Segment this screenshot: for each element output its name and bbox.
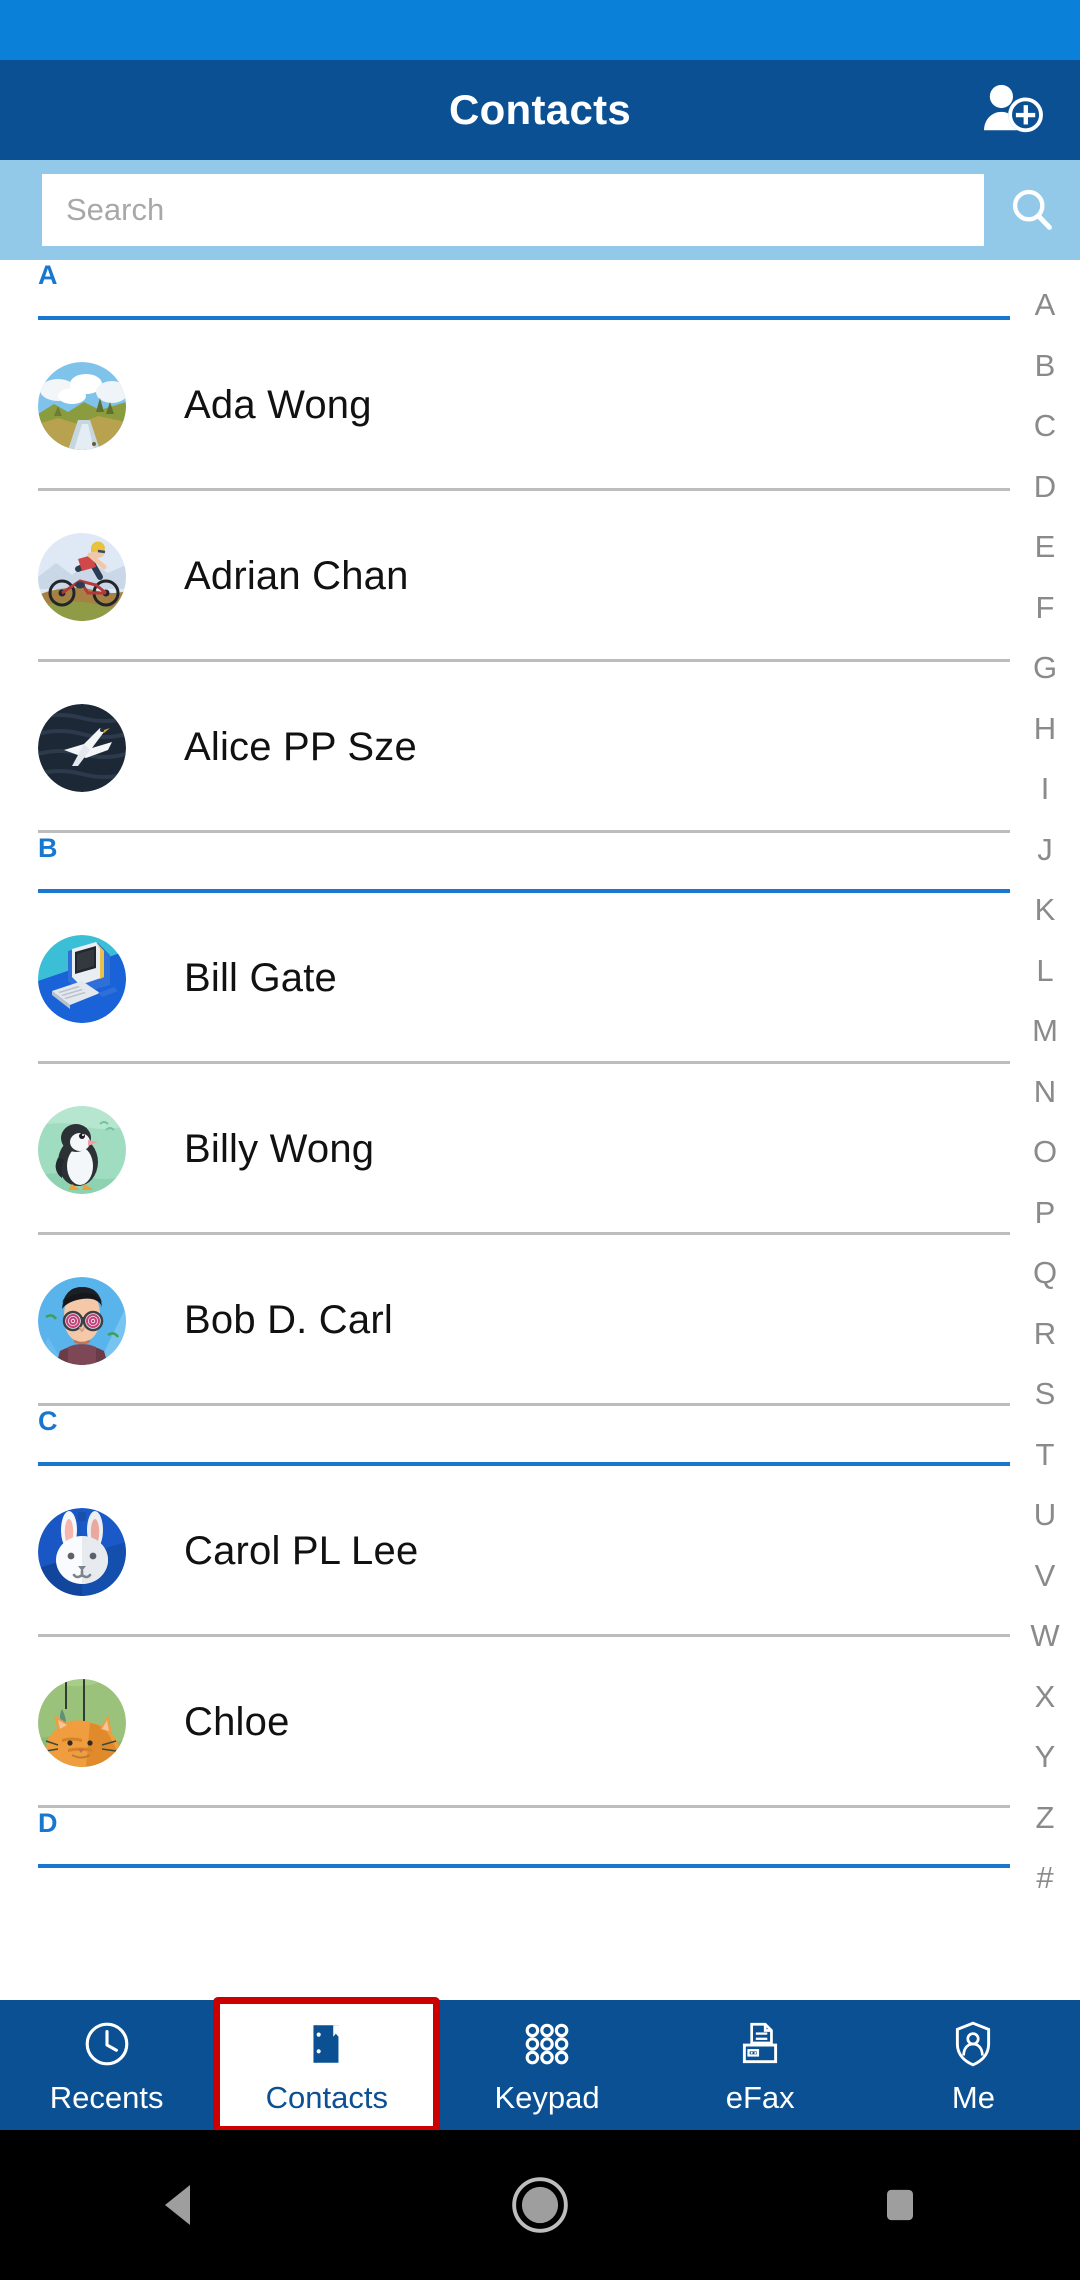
avatar	[38, 1507, 126, 1596]
search-input[interactable]	[42, 174, 984, 246]
keypad-icon	[522, 2015, 572, 2073]
contact-name: Bob D. Carl	[184, 1298, 393, 1342]
nav-item-label: Me	[951, 2080, 995, 2115]
contact-name: Bill Gate	[184, 956, 337, 1000]
shield-person-icon	[948, 2015, 998, 2073]
contact-name: Ada Wong	[184, 383, 372, 427]
contact-row[interactable]: Adrian Chan	[0, 491, 1010, 662]
section-letter: C	[38, 1406, 58, 1436]
contact-row[interactable]: Carol PL Lee	[0, 1466, 1010, 1637]
back-button[interactable]	[100, 2130, 260, 2280]
fax-icon	[735, 2015, 785, 2073]
alpha-index-letter[interactable]: U	[1010, 1485, 1080, 1546]
nav-item-label: Keypad	[494, 2080, 600, 2115]
alpha-index-letter[interactable]: W	[1010, 1606, 1080, 1667]
add-contact-button[interactable]	[982, 82, 1044, 138]
nav-item-me[interactable]: Me	[867, 2000, 1080, 2130]
contact-row[interactable]: Ada Wong	[0, 320, 1010, 491]
contact-row[interactable]: Billy Wong	[0, 1064, 1010, 1235]
alpha-index-letter[interactable]: C	[1010, 396, 1080, 457]
alpha-index-letter[interactable]: Y	[1010, 1727, 1080, 1788]
avatar	[38, 532, 126, 621]
alpha-index-letter[interactable]: T	[1010, 1425, 1080, 1486]
clock-icon	[82, 2015, 132, 2073]
section-header-d: D	[0, 1808, 1010, 1868]
nav-item-keypad[interactable]: Keypad	[440, 2000, 653, 2130]
alpha-index-letter[interactable]: O	[1010, 1122, 1080, 1183]
alpha-index-letter[interactable]: Q	[1010, 1243, 1080, 1304]
alpha-index-letter[interactable]: V	[1010, 1546, 1080, 1607]
contact-name: Chloe	[184, 1700, 290, 1744]
avatar	[38, 1276, 126, 1365]
alpha-index-letter[interactable]: E	[1010, 517, 1080, 578]
nav-item-label: Contacts	[265, 2080, 388, 2115]
search-bar	[0, 160, 1080, 260]
avatar	[38, 1678, 126, 1767]
nav-item-recents[interactable]: Recents	[0, 2000, 213, 2130]
alpha-index-letter[interactable]: P	[1010, 1183, 1080, 1244]
alpha-index-letter[interactable]: A	[1010, 275, 1080, 336]
section-letter: B	[38, 833, 58, 863]
contact-list[interactable]: A Ada Wong Adrian Chan Alice PP Sze B Bi…	[0, 260, 1080, 1985]
system-navigation-bar	[0, 2130, 1080, 2280]
alphabet-index[interactable]: A B C D E F G H I J K L M N O P Q R S T U V W X Y Z #	[1010, 265, 1080, 1985]
section-letter: A	[38, 260, 58, 290]
alpha-index-letter[interactable]: S	[1010, 1364, 1080, 1425]
alpha-index-letter[interactable]: R	[1010, 1304, 1080, 1365]
section-header-c: C	[0, 1406, 1010, 1466]
nav-item-efax[interactable]: eFax	[654, 2000, 867, 2130]
addressbook-icon	[302, 2015, 352, 2073]
app-bar: Contacts	[0, 60, 1080, 160]
avatar	[38, 703, 126, 792]
search-button[interactable]	[984, 160, 1080, 260]
nav-item-label: Recents	[49, 2080, 164, 2115]
alpha-index-letter[interactable]: Z	[1010, 1788, 1080, 1849]
contact-row[interactable]: Chloe	[0, 1637, 1010, 1808]
section-letter: D	[38, 1808, 58, 1838]
bottom-navigation: Recents Contacts Keypad eFax Me	[0, 1997, 1080, 2133]
contact-name: Billy Wong	[184, 1127, 375, 1171]
status-bar	[0, 0, 1080, 60]
alpha-index-letter[interactable]: G	[1010, 638, 1080, 699]
contact-name: Alice PP Sze	[184, 725, 417, 769]
contact-name: Adrian Chan	[184, 554, 409, 598]
alpha-index-letter[interactable]: B	[1010, 336, 1080, 397]
contact-name: Carol PL Lee	[184, 1529, 419, 1573]
nav-item-contacts[interactable]: Contacts	[213, 1997, 441, 2133]
alpha-index-letter[interactable]: H	[1010, 699, 1080, 760]
alpha-index-letter[interactable]: L	[1010, 941, 1080, 1002]
recent-apps-button[interactable]	[820, 2130, 980, 2280]
home-button[interactable]	[460, 2130, 620, 2280]
section-header-a: A	[0, 260, 1010, 320]
avatar	[38, 1105, 126, 1194]
avatar	[38, 361, 126, 450]
alpha-index-letter[interactable]: I	[1010, 759, 1080, 820]
alpha-index-letter[interactable]: #	[1010, 1848, 1080, 1909]
alpha-index-letter[interactable]: K	[1010, 880, 1080, 941]
alpha-index-letter[interactable]: J	[1010, 820, 1080, 881]
alpha-index-letter[interactable]: F	[1010, 578, 1080, 639]
alpha-index-letter[interactable]: X	[1010, 1667, 1080, 1728]
contact-row[interactable]: Bill Gate	[0, 893, 1010, 1064]
alpha-index-letter[interactable]: D	[1010, 457, 1080, 518]
alpha-index-letter[interactable]: M	[1010, 1001, 1080, 1062]
contact-row[interactable]: Bob D. Carl	[0, 1235, 1010, 1406]
section-header-b: B	[0, 833, 1010, 893]
page-title: Contacts	[448, 86, 632, 133]
nav-item-label: eFax	[725, 2080, 795, 2115]
contact-row[interactable]: Alice PP Sze	[0, 662, 1010, 833]
alpha-index-letter[interactable]: N	[1010, 1062, 1080, 1123]
avatar	[38, 934, 126, 1023]
